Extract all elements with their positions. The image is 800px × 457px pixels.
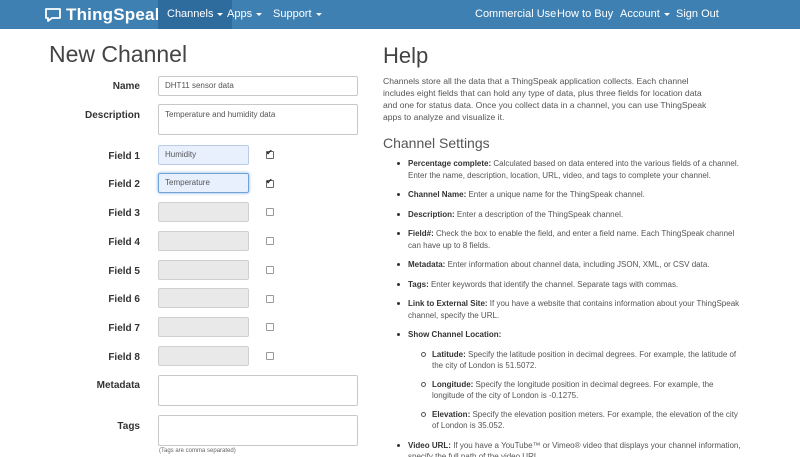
tags-hint: (Tags are comma separated) (159, 448, 236, 454)
field-2-label: Field 2 (108, 179, 140, 190)
chat-bubble-icon (45, 8, 61, 22)
nav-sign-out-link[interactable]: Sign Out (667, 0, 728, 29)
field-3-label: Field 3 (108, 208, 140, 219)
field-7-input[interactable] (158, 317, 249, 337)
nav-support-menu[interactable]: Support (264, 0, 331, 29)
help-item-external-link: Link to External Site: If you have a web… (384, 298, 744, 321)
brand-logo[interactable]: ThingSpeak™ (44, 5, 173, 25)
tags-label: Tags (117, 421, 140, 432)
tags-textarea[interactable] (158, 415, 358, 446)
help-sub-item-latitude: Latitude: Specify the latitude position … (408, 349, 744, 372)
brand-name: ThingSpeak™ (66, 5, 172, 24)
field-6-label: Field 6 (108, 294, 140, 305)
help-title: Help (383, 43, 429, 68)
chevron-down-icon (315, 12, 322, 16)
field-4-checkbox[interactable] (266, 237, 274, 245)
field-4-input[interactable] (158, 231, 249, 251)
field-3-input[interactable] (158, 202, 249, 222)
top-navbar: ThingSpeak™ Channels Apps Support Commer… (0, 0, 800, 29)
channel-settings-title: Channel Settings (383, 135, 490, 151)
field-1-checkbox[interactable] (266, 148, 274, 159)
help-item-percentage: Percentage complete: Calculated based on… (384, 158, 744, 181)
field-1-input[interactable]: Humidity (158, 145, 249, 165)
name-label: Name (112, 81, 140, 92)
metadata-textarea[interactable] (158, 375, 358, 406)
channel-settings-list: Percentage complete: Calculated based on… (384, 158, 744, 457)
field-7-checkbox[interactable] (266, 323, 274, 331)
help-sub-item-longitude: Longitude: Specify the longitude positio… (408, 379, 744, 402)
chevron-down-icon (256, 12, 263, 16)
nav-support-label: Support (273, 8, 312, 20)
help-item-location: Show Channel Location: Latitude: Specify… (384, 329, 744, 432)
nav-apps-label: Apps (227, 8, 253, 20)
help-sub-item-elevation: Elevation: Specify the elevation positio… (408, 409, 744, 432)
field-8-checkbox[interactable] (266, 352, 274, 360)
field-8-label: Field 8 (108, 352, 140, 363)
description-label: Description (84, 110, 140, 121)
field-2-input[interactable]: Temperature (158, 173, 249, 193)
description-textarea[interactable]: Temperature and humidity data (158, 104, 358, 135)
help-item-metadata: Metadata: Enter information about channe… (384, 259, 744, 271)
field-2-checkbox[interactable] (266, 177, 274, 188)
field-6-input[interactable] (158, 288, 249, 308)
nav-channels-label: Channels (167, 8, 214, 20)
channel-name-input[interactable]: DHT11 sensor data (158, 76, 358, 96)
help-item-channel-name: Channel Name: Enter a unique name for th… (384, 189, 744, 201)
field-3-checkbox[interactable] (266, 208, 274, 216)
field-1-label: Field 1 (108, 151, 140, 162)
field-5-label: Field 5 (108, 266, 140, 277)
field-5-checkbox[interactable] (266, 266, 274, 274)
help-item-field: Field#: Check the box to enable the fiel… (384, 228, 744, 251)
metadata-label: Metadata (96, 380, 140, 391)
field-6-checkbox[interactable] (266, 295, 274, 303)
nav-account-label: Account (620, 8, 660, 20)
field-7-label: Field 7 (108, 323, 140, 334)
location-sub-list: Latitude: Specify the latitude position … (408, 349, 744, 432)
field-4-label: Field 4 (108, 237, 140, 248)
field-5-input[interactable] (158, 260, 249, 280)
help-item-description: Description: Enter a description of the … (384, 209, 744, 221)
help-item-tags: Tags: Enter keywords that identify the c… (384, 279, 744, 291)
field-8-input[interactable] (158, 346, 249, 366)
help-intro: Channels store all the data that a Thing… (383, 76, 707, 122)
page-title: New Channel (49, 41, 188, 67)
help-item-video-url: Video URL: If you have a YouTube™ or Vim… (384, 440, 744, 457)
